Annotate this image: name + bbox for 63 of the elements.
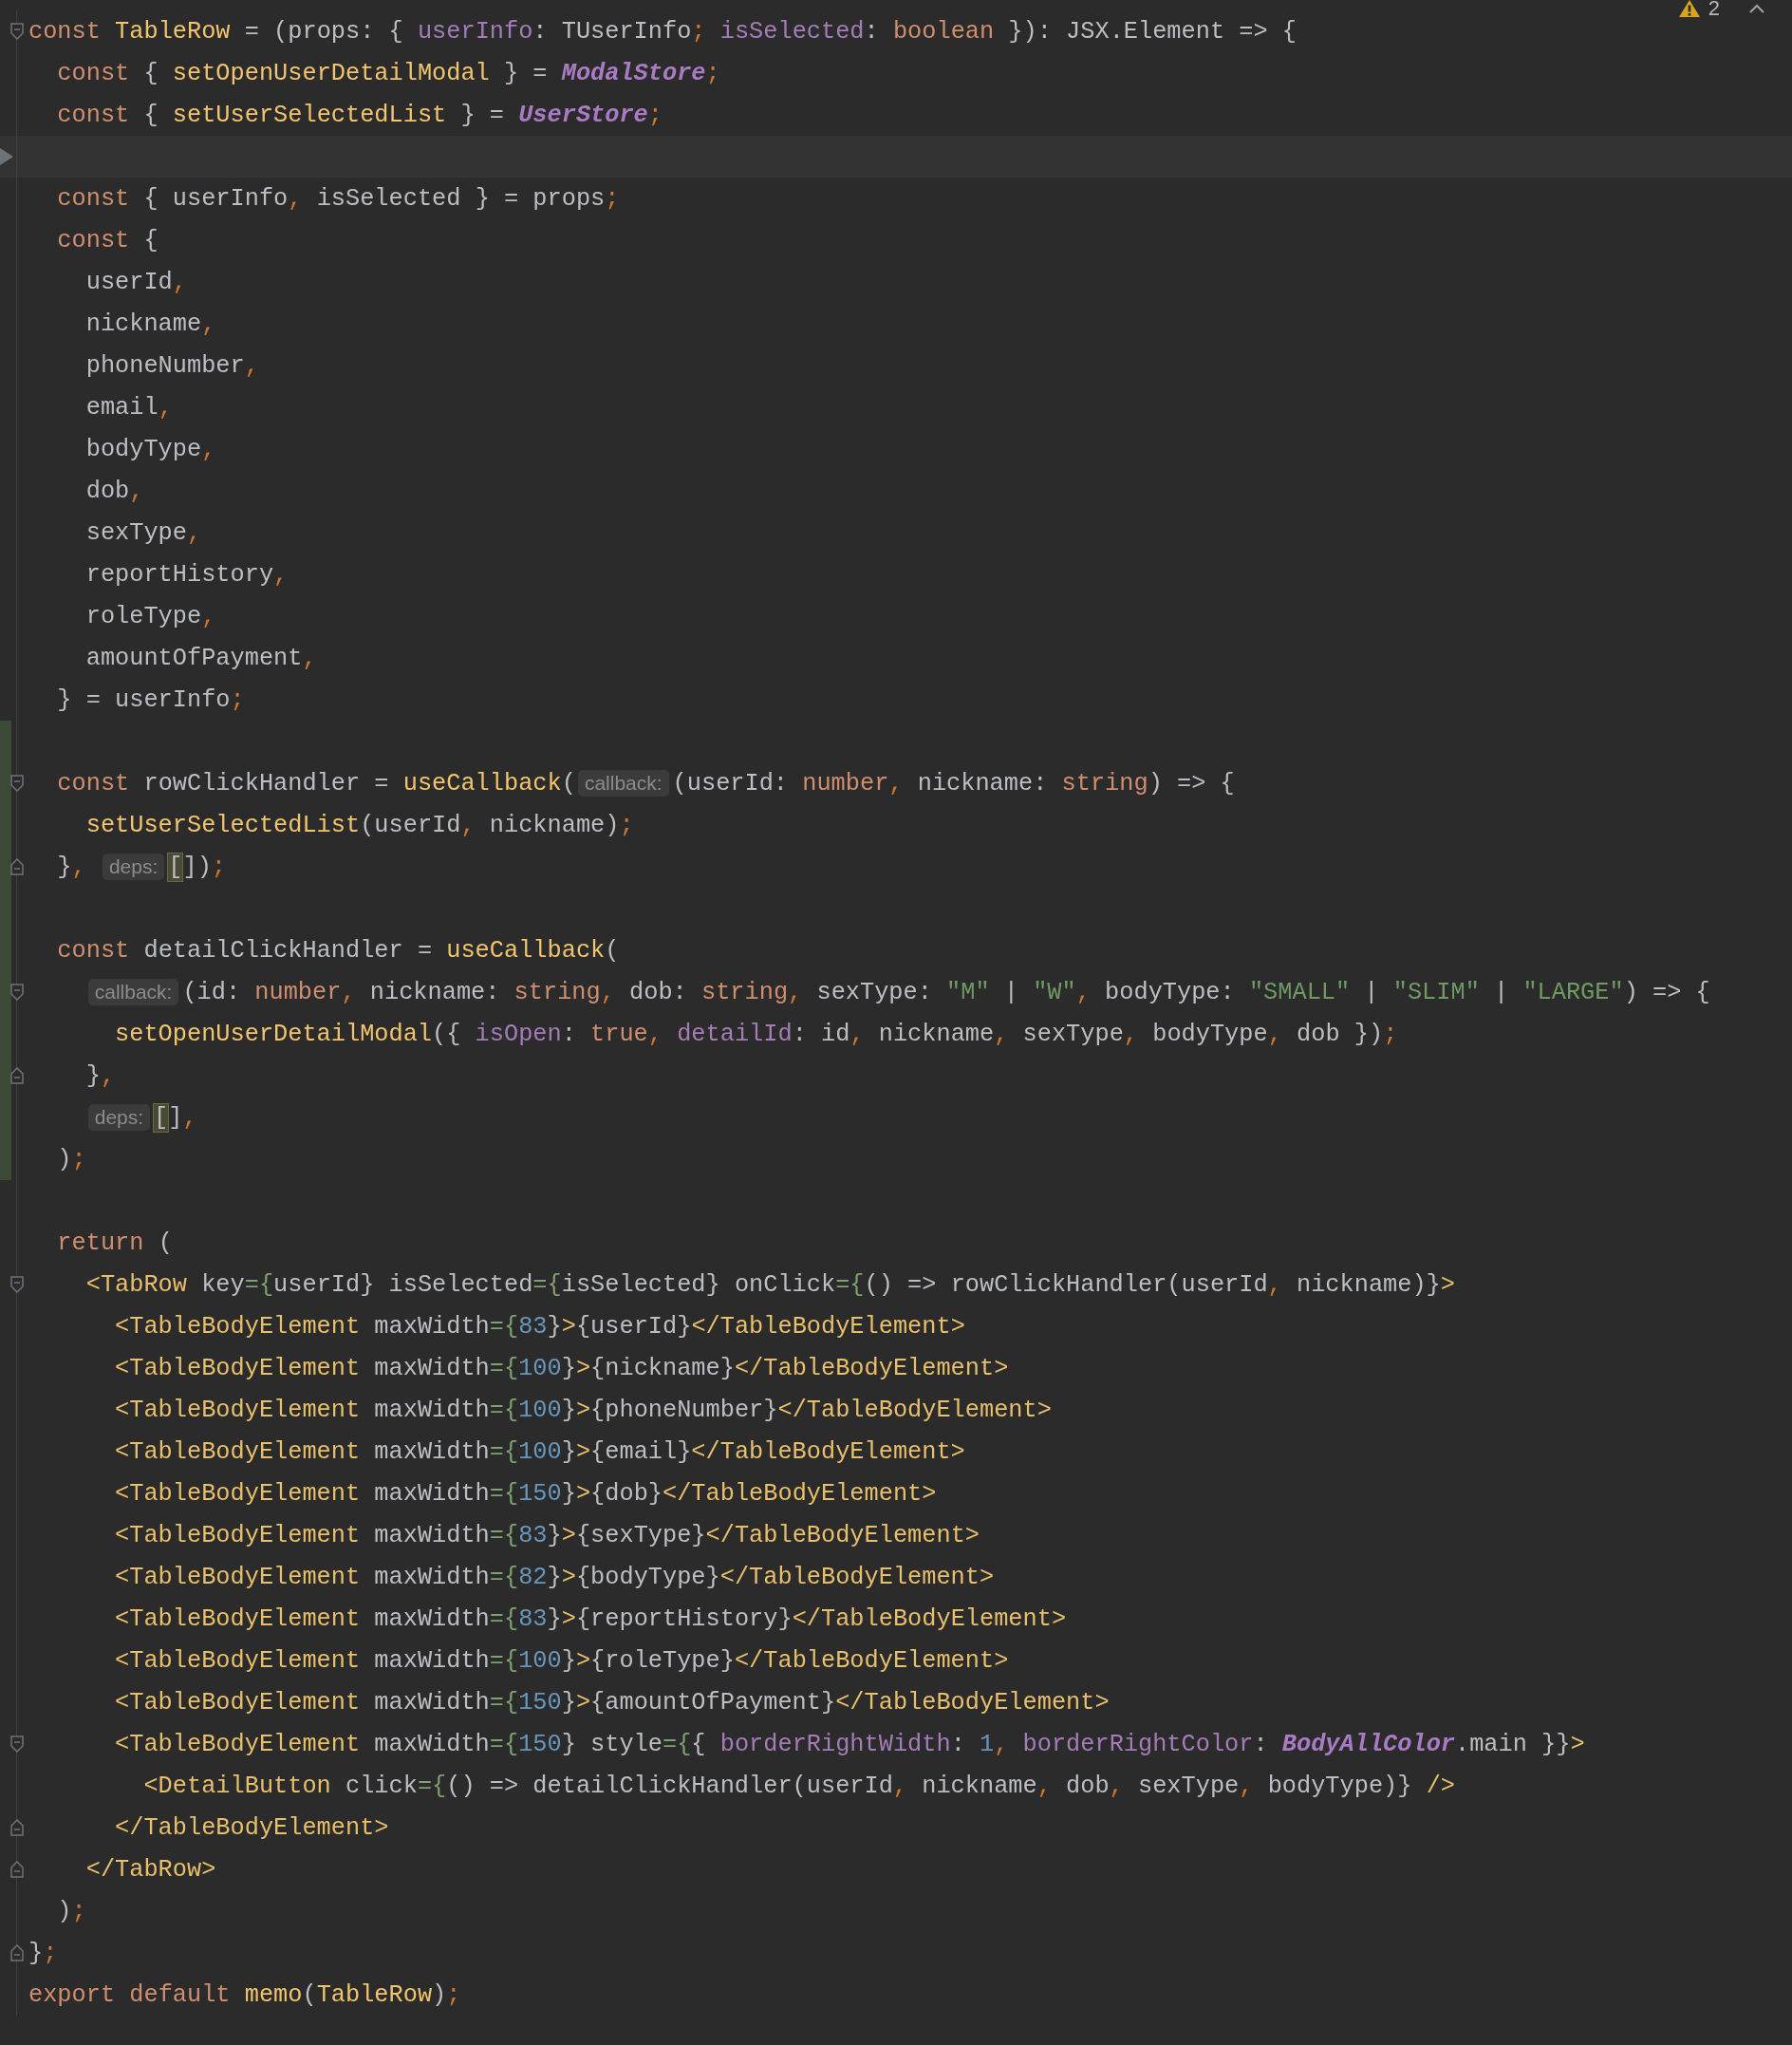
inlay-hint: callback: (577, 770, 669, 797)
code-line: nickname, (85, 310, 216, 338)
code-line: </TableBodyElement> (115, 1813, 389, 1842)
code-line: const { setOpenUserDetailModal } = ModalStore; (57, 59, 720, 87)
code-line: <TableBodyElement maxWidth={100}>{nickname}</TableBodyElement> (115, 1354, 1009, 1382)
code-line: export default memo(TableRow); (28, 1980, 461, 2009)
code-line: dob, (85, 477, 144, 505)
code-line: ); (57, 1145, 86, 1173)
fold-icon[interactable] (10, 1276, 24, 1293)
code-line: <TableBodyElement maxWidth={100}>{roleType}</TableBodyElement> (115, 1646, 1009, 1675)
code-line: <TableBodyElement maxWidth={82}>{bodyType}</TableBodyElement> (115, 1563, 995, 1591)
code-line: const detailClickHandler = useCallback( (57, 936, 620, 965)
code-line: <TableBodyElement maxWidth={83}>{reportHistory}</TableBodyElement> (115, 1604, 1067, 1633)
code-line: const { userInfo, isSelected } = props; (57, 184, 620, 213)
fold-end-icon[interactable] (10, 1819, 24, 1836)
warning-count[interactable]: 2 (1708, 0, 1720, 17)
code-line: const TableRow = (props: { userInfo: TUserInfo; isSelected: boolean }): JSX.Element => { (28, 17, 1297, 46)
code-line: [], (154, 1103, 197, 1132)
warning-icon[interactable] (1677, 0, 1701, 18)
code-line: roleType, (85, 602, 216, 630)
code-line: }; (28, 1939, 58, 1967)
code-line: <TableBodyElement maxWidth={83}>{userId}</TableBodyElement> (115, 1312, 965, 1341)
code-line: setUserSelectedList(userId, nickname); (85, 811, 634, 839)
code-line: <TableBodyElement maxWidth={100}>{phoneNumber}</TableBodyElement> (115, 1396, 1052, 1424)
code-line: return ( (57, 1229, 173, 1257)
fold-icon[interactable] (10, 1735, 24, 1753)
inlay-hint: deps: (87, 1104, 151, 1131)
code-line: (userId: number, nickname: string) => { (672, 769, 1235, 797)
code-line: <TableBodyElement maxWidth={150}>{amountOfPayment}</TableBodyElement> (115, 1688, 1110, 1717)
code-line: phoneNumber, (85, 351, 259, 380)
code-line: userId, (85, 268, 187, 296)
code-line: const { (57, 226, 159, 254)
code-line: }, (85, 1061, 116, 1090)
code-line: const { setUserSelectedList } = UserStore; (57, 101, 663, 129)
code-line: <TabRow key={userId} isSelected={isSelected} onClick={() => rowClickHandler(userId, nickname)}> (85, 1270, 1455, 1299)
code-line: ); (57, 1897, 86, 1925)
code-line: </TabRow> (85, 1855, 216, 1884)
code-line: }, (57, 853, 87, 881)
fold-end-icon[interactable] (10, 1861, 24, 1878)
code-line: } = userInfo; (57, 685, 245, 714)
code-line: <TableBodyElement maxWidth={150}>{dob}</TableBodyElement> (115, 1479, 937, 1508)
code-line: reportHistory, (85, 560, 289, 589)
code-line: <TableBodyElement maxWidth={83}>{sexType}</TableBodyElement> (115, 1521, 980, 1549)
fold-icon[interactable] (10, 775, 24, 792)
code-line: sexType, (85, 518, 202, 547)
code-line: amountOfPayment, (85, 644, 317, 672)
chevron-up-icon[interactable] (1748, 3, 1765, 14)
code-line: setOpenUserDetailModal({ isOpen: true, detailId: id, nickname, sexType, bodyType, dob }); (115, 1020, 1398, 1048)
fold-end-icon[interactable] (10, 1067, 24, 1084)
code-line: const rowClickHandler = useCallback( (57, 769, 576, 797)
fold-end-icon[interactable] (10, 1944, 24, 1961)
code-line: <TableBodyElement maxWidth={100}>{email}</TableBodyElement> (115, 1437, 965, 1466)
code-line: (id: number, nickname: string, dob: string, sexType: "M" | "W", bodyType: "SMALL" | "SLIM" | "LARGE") => { (182, 978, 1710, 1006)
inlay-hint: callback: (87, 979, 179, 1005)
code-line: email, (85, 393, 173, 422)
fold-end-icon[interactable] (10, 858, 24, 875)
code-line: bodyType, (85, 435, 216, 463)
fold-icon[interactable] (10, 23, 24, 40)
inlay-hint: deps: (102, 854, 165, 880)
code-line: <TableBodyElement maxWidth={150} style={{ borderRightWidth: 1, borderRightColor: BodyAllColor.main }}> (115, 1730, 1585, 1758)
fold-icon[interactable] (10, 984, 24, 1001)
code-line: []); (168, 853, 227, 881)
code-line: <DetailButton click={() => detailClickHandler(userId, nickname, dob, sexType, bodyType)} /> (143, 1772, 1455, 1800)
